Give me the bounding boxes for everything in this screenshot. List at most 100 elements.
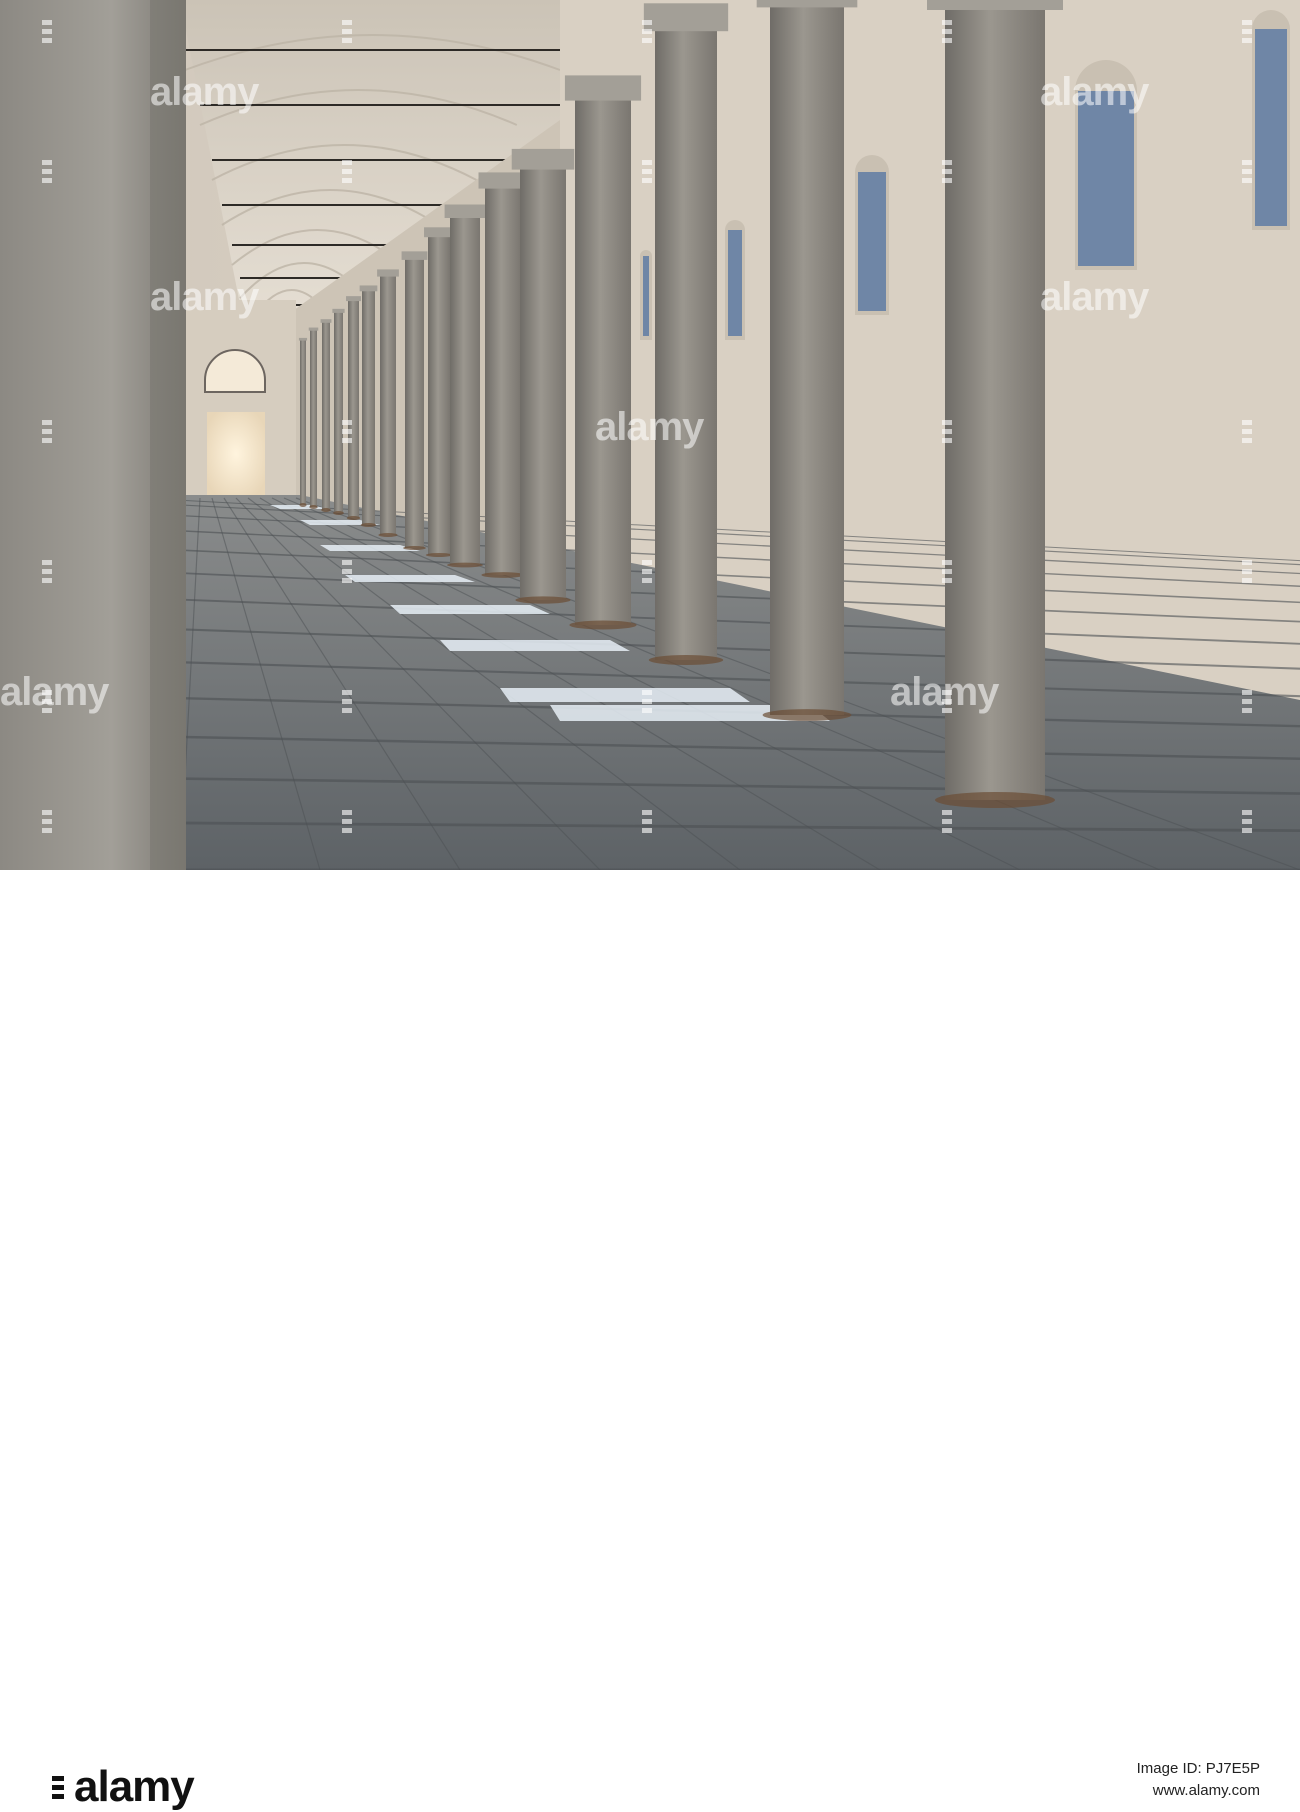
column-base xyxy=(447,562,483,568)
window-pane xyxy=(1078,91,1134,266)
left-pillar-shade xyxy=(150,0,186,870)
column-shaft xyxy=(334,312,343,513)
brand-name: alamy xyxy=(74,1762,195,1811)
column-capital xyxy=(377,269,399,277)
light-beam xyxy=(390,605,550,614)
watermark-mark xyxy=(940,690,954,716)
watermark-text: alamy xyxy=(0,670,109,714)
image-id: Image ID: PJ7E5P xyxy=(1136,1760,1260,1777)
window-pane xyxy=(858,172,886,311)
watermark-mark xyxy=(1240,20,1254,46)
photo: alamy alamy alamy alamy alamy alamy alamy xyxy=(0,0,1300,870)
column-shaft xyxy=(405,258,424,548)
watermark-mark xyxy=(340,810,354,836)
column-shaft xyxy=(485,185,521,575)
column-capital xyxy=(359,285,378,292)
watermark-mark xyxy=(1240,160,1254,186)
column-capital xyxy=(756,0,858,8)
column-shaft xyxy=(300,340,306,505)
watermark-mark xyxy=(940,160,954,186)
column-base xyxy=(403,546,426,550)
watermark-mark xyxy=(340,20,354,46)
watermark-text: alamy xyxy=(1040,275,1149,319)
column-shaft xyxy=(770,0,844,715)
light-beam xyxy=(500,688,750,702)
column-capital xyxy=(401,251,428,260)
stock-footer: alamy Image ID: PJ7E5P www.alamy.com xyxy=(0,870,1300,1811)
site-url[interactable]: www.alamy.com xyxy=(1137,1780,1260,1802)
light-beam xyxy=(345,575,475,582)
column-base xyxy=(333,511,344,515)
watermark-mark xyxy=(40,20,54,46)
column-base xyxy=(299,503,307,507)
column-capital xyxy=(320,319,332,323)
column-capital xyxy=(298,337,308,341)
column-base xyxy=(515,596,571,604)
watermark-mark xyxy=(1240,810,1254,836)
column-base xyxy=(425,553,453,557)
watermark-mark xyxy=(1240,420,1254,446)
watermark-mark xyxy=(1240,560,1254,586)
column-shaft xyxy=(428,235,450,555)
window-pane xyxy=(728,230,742,336)
column-shaft xyxy=(362,290,375,525)
column-capital xyxy=(643,3,729,32)
column-capital xyxy=(564,75,642,101)
column-shaft xyxy=(575,95,631,625)
watermark-mark xyxy=(940,810,954,836)
column-base xyxy=(569,620,637,630)
watermark-mark xyxy=(340,160,354,186)
watermark-mark xyxy=(640,560,654,586)
column-shaft xyxy=(322,322,330,510)
watermark-mark xyxy=(40,560,54,586)
column-base xyxy=(309,505,318,509)
watermark-mark xyxy=(40,690,54,716)
watermark-mark xyxy=(340,420,354,446)
watermark-mark xyxy=(1240,690,1254,716)
watermark-mark xyxy=(40,160,54,186)
watermark-mark xyxy=(940,20,954,46)
watermark-mark xyxy=(40,420,54,446)
column-capital xyxy=(511,148,575,170)
watermark-text: alamy xyxy=(150,275,259,319)
watermark-text: alamy xyxy=(1040,70,1149,114)
watermark-mark xyxy=(340,690,354,716)
column-shaft xyxy=(348,300,359,518)
column-shaft xyxy=(450,215,480,565)
logo-icon xyxy=(52,1776,64,1800)
watermark-mark xyxy=(940,420,954,446)
watermark-mark xyxy=(640,690,654,716)
column-base xyxy=(648,655,724,665)
watermark-mark xyxy=(640,20,654,46)
window-pane xyxy=(643,256,649,336)
column-shaft xyxy=(310,330,317,507)
column-capital xyxy=(332,308,345,313)
column-capital xyxy=(927,0,1063,10)
watermark-mark xyxy=(640,810,654,836)
column-base xyxy=(378,533,398,537)
brand-logo[interactable]: alamy xyxy=(48,1762,195,1812)
column-base xyxy=(360,523,377,527)
column-shaft xyxy=(655,25,717,660)
column-base xyxy=(346,516,361,520)
window-pane xyxy=(1255,29,1287,226)
watermark-mark xyxy=(940,560,954,586)
column-base xyxy=(481,572,525,578)
column-capital xyxy=(346,296,361,302)
column-shaft xyxy=(380,275,396,535)
column-base xyxy=(762,709,852,721)
watermark-mark xyxy=(340,560,354,586)
end-doorway xyxy=(207,412,265,496)
light-beam xyxy=(440,640,630,651)
column-base xyxy=(935,792,1055,808)
image-meta: Image ID: PJ7E5P www.alamy.com xyxy=(1137,1758,1260,1802)
column-capital xyxy=(424,227,454,238)
watermark-text: alamy xyxy=(150,70,259,114)
column-shaft xyxy=(520,165,566,600)
watermark-mark xyxy=(40,810,54,836)
watermark-text: alamy xyxy=(595,405,704,449)
column-capital xyxy=(444,204,486,218)
watermark-mark xyxy=(640,160,654,186)
column-base xyxy=(321,508,331,512)
column-capital xyxy=(308,327,319,331)
